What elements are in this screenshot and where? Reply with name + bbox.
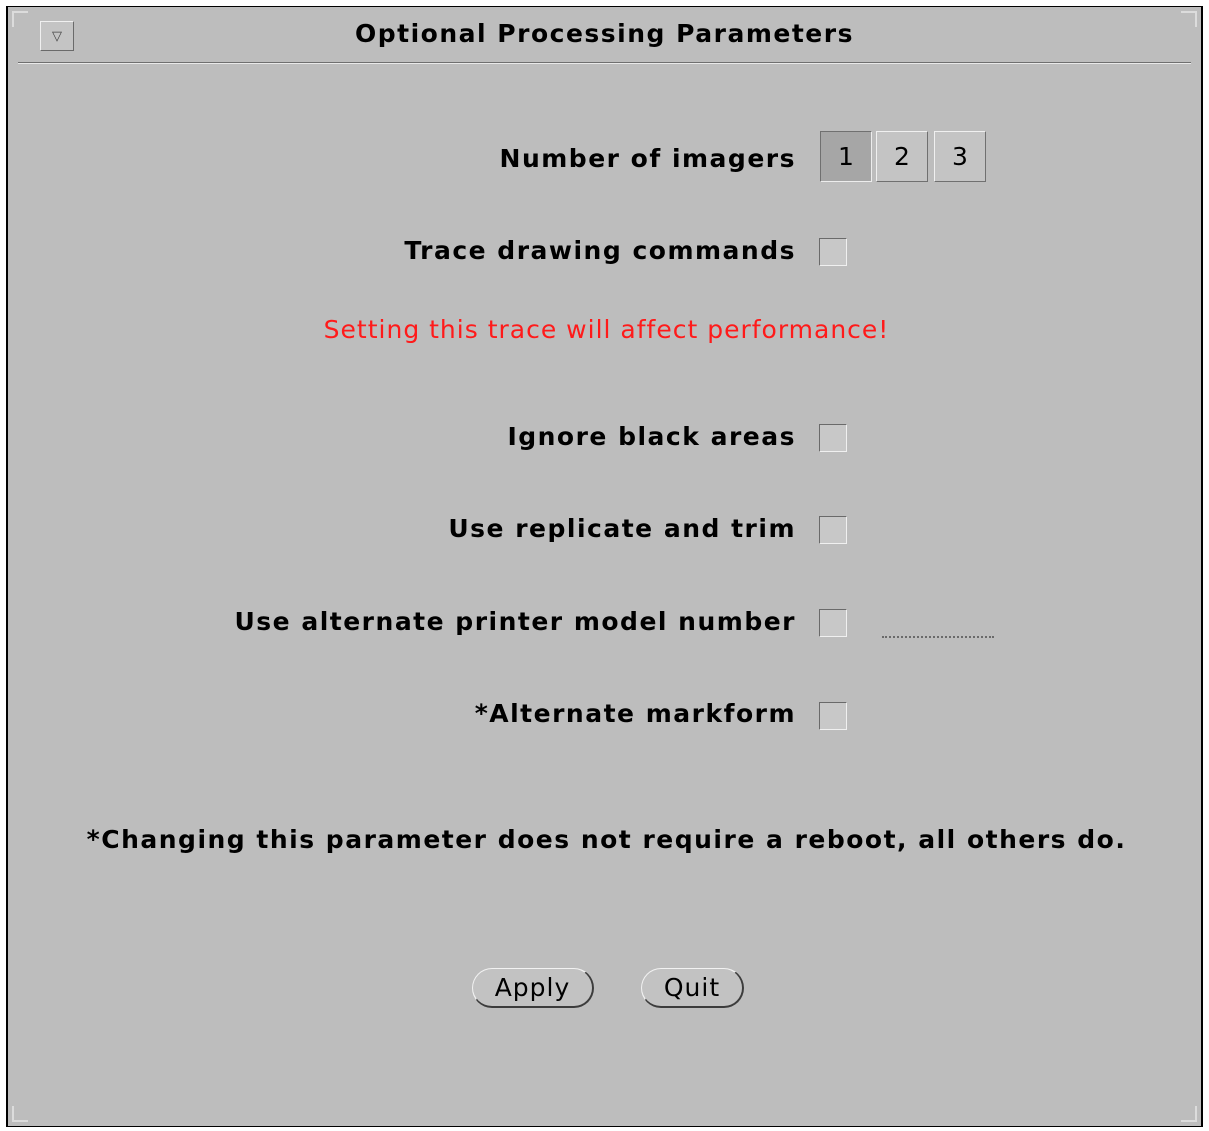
alt-markform-label: *Alternate markform <box>474 699 796 728</box>
alt-printer-model-field[interactable] <box>882 612 994 638</box>
alt-markform-checkbox[interactable] <box>819 702 847 730</box>
resize-corner-bottom-right[interactable] <box>1181 1106 1197 1122</box>
imagers-option-3[interactable]: 3 <box>934 131 986 182</box>
apply-button[interactable]: Apply <box>472 968 594 1008</box>
ignore-black-label: Ignore black areas <box>507 422 796 451</box>
quit-button[interactable]: Quit <box>641 968 744 1008</box>
trace-warning: Setting this trace will affect performan… <box>323 315 890 344</box>
window-title: Optional Processing Parameters <box>355 19 854 48</box>
trace-label: Trace drawing commands <box>404 236 796 265</box>
reboot-footnote: *Changing this parameter does not requir… <box>86 825 1127 854</box>
replicate-trim-label: Use replicate and trim <box>448 514 796 543</box>
resize-corner-bottom-left[interactable] <box>12 1106 28 1122</box>
title-separator <box>18 62 1191 64</box>
imagers-label: Number of imagers <box>499 144 796 173</box>
alt-printer-checkbox[interactable] <box>819 609 847 637</box>
parameters-window: ▽ Optional Processing Parameters Number … <box>6 6 1203 1127</box>
trace-checkbox[interactable] <box>819 238 847 266</box>
alt-printer-label: Use alternate printer model number <box>234 607 796 636</box>
imagers-option-2[interactable]: 2 <box>876 131 928 182</box>
imagers-option-1[interactable]: 1 <box>820 131 872 182</box>
ignore-black-checkbox[interactable] <box>819 424 847 452</box>
replicate-trim-checkbox[interactable] <box>819 516 847 544</box>
